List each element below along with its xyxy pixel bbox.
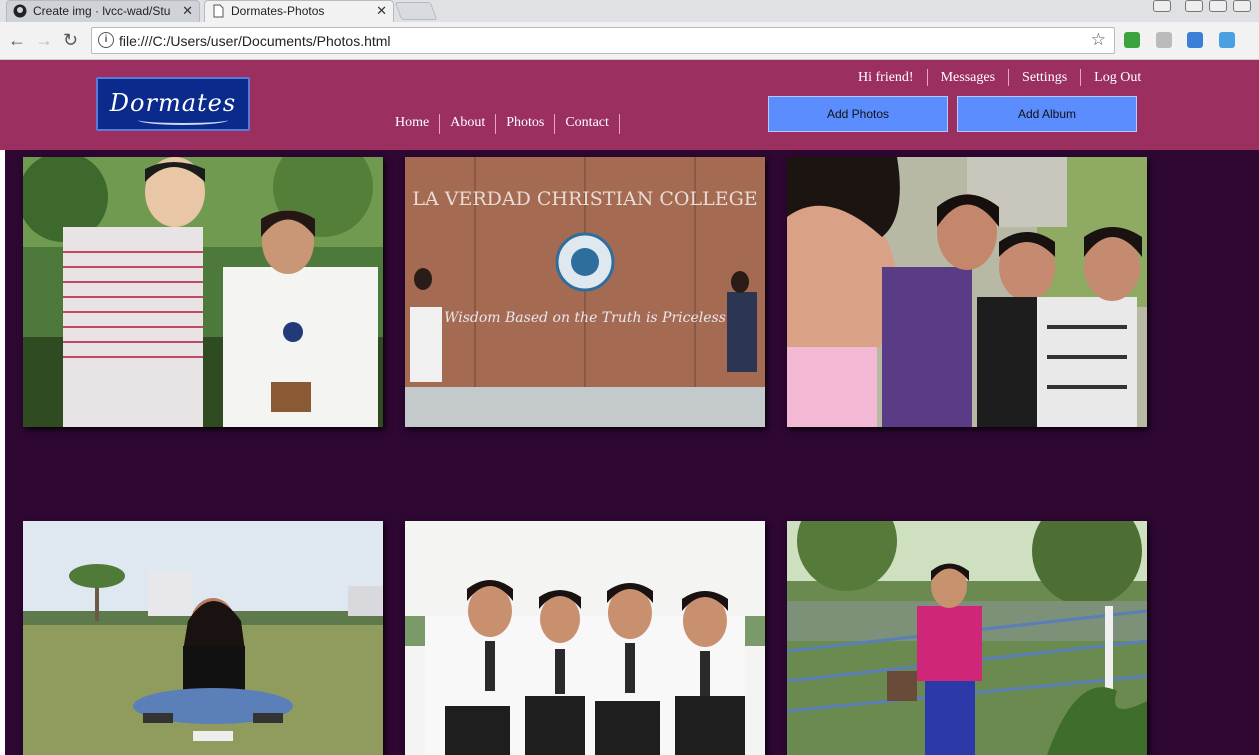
nav-home[interactable]: Home: [385, 114, 441, 134]
profile-icon[interactable]: [1153, 0, 1171, 12]
tab-title: Create img · lvcc-wad/Stu: [33, 4, 171, 18]
nav-contact[interactable]: Contact: [555, 114, 620, 134]
extension-icon[interactable]: [1219, 32, 1235, 48]
user-greeting[interactable]: Hi friend!: [845, 69, 928, 86]
github-icon: [13, 4, 27, 18]
address-bar[interactable]: i file:///C:/Users/user/Documents/Photos…: [91, 27, 1115, 54]
add-photos-button[interactable]: Add Photos: [768, 96, 948, 132]
photo-icon: [23, 521, 383, 755]
forward-icon[interactable]: →: [35, 30, 53, 51]
extension-icon[interactable]: [1156, 32, 1172, 48]
nav-photos[interactable]: Photos: [496, 114, 556, 134]
page-icon: [213, 4, 224, 18]
extension-icon[interactable]: [1124, 32, 1140, 48]
gallery-photo[interactable]: [23, 157, 383, 427]
nav-about[interactable]: About: [440, 114, 497, 134]
photo-icon: [787, 157, 1147, 427]
info-icon[interactable]: i: [98, 32, 114, 48]
close-window-icon[interactable]: [1233, 0, 1251, 12]
minimize-icon[interactable]: [1185, 0, 1203, 12]
gallery-photo[interactable]: [23, 521, 383, 755]
main-nav: Home About Photos Contact: [385, 114, 620, 134]
gallery-photo[interactable]: [787, 157, 1147, 427]
user-nav: Hi friend! Messages Settings Log Out: [845, 69, 1154, 86]
gallery-photo[interactable]: LA VERDAD CHRISTIAN COLLEGE Wisdom Based…: [405, 157, 765, 427]
gallery-photo[interactable]: [405, 521, 765, 755]
extension-icon[interactable]: [1187, 32, 1203, 48]
nav-settings[interactable]: Settings: [1009, 69, 1082, 86]
site-header: Dormates Home About Photos Contact Hi fr…: [0, 60, 1259, 150]
site-logo[interactable]: Dormates: [96, 77, 250, 131]
photo-icon: [787, 521, 1147, 755]
close-tab-icon[interactable]: ✕: [182, 3, 193, 19]
logo-swirl: [138, 115, 228, 125]
photo-icon: [405, 521, 765, 755]
new-tab-button[interactable]: [394, 2, 438, 20]
url-text: file:///C:/Users/user/Documents/Photos.h…: [119, 33, 391, 49]
add-album-button[interactable]: Add Album: [957, 96, 1137, 132]
browser-toolbar: ← → ↻ i file:///C:/Users/user/Documents/…: [0, 22, 1259, 60]
photo-icon: LA VERDAD CHRISTIAN COLLEGE Wisdom Based…: [405, 157, 765, 427]
photo-icon: [23, 157, 383, 427]
reload-icon[interactable]: ↻: [63, 30, 78, 51]
browser-tab[interactable]: Create img · lvcc-wad/Stu ✕: [6, 0, 200, 22]
close-tab-icon[interactable]: ✕: [376, 3, 387, 19]
browser-tab-bar: Create img · lvcc-wad/Stu ✕ Dormates-Pho…: [0, 0, 1259, 22]
back-icon[interactable]: ←: [8, 30, 26, 51]
motto-text: Wisdom Based on the Truth is Priceless: [444, 310, 726, 326]
sign-text: LA VERDAD CHRISTIAN COLLEGE: [412, 188, 757, 210]
nav-messages[interactable]: Messages: [928, 69, 1010, 86]
logo-text: Dormates: [109, 89, 237, 117]
restore-icon[interactable]: [1209, 0, 1227, 12]
bookmark-star-icon[interactable]: ☆: [1091, 30, 1106, 50]
browser-tab-active[interactable]: Dormates-Photos ✕: [204, 0, 394, 22]
tab-title: Dormates-Photos: [231, 4, 325, 18]
nav-logout[interactable]: Log Out: [1081, 69, 1154, 86]
gallery-photo[interactable]: [787, 521, 1147, 755]
photo-gallery: LA VERDAD CHRISTIAN COLLEGE Wisdom Based…: [5, 150, 1259, 755]
